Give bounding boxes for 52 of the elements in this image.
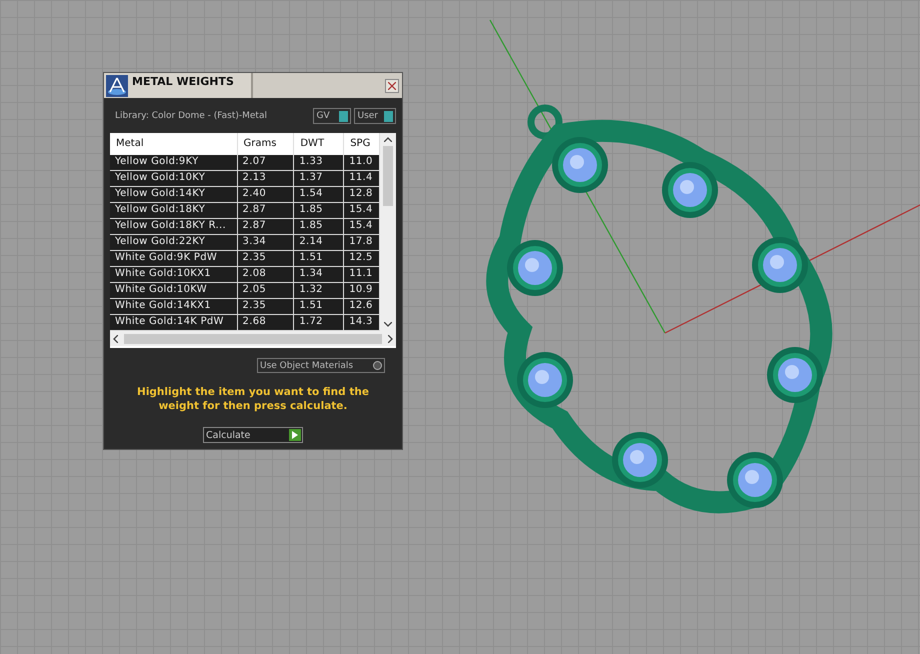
table-cell: 2.68 bbox=[238, 315, 294, 330]
table-cell: 1.72 bbox=[294, 315, 344, 330]
calculate-button[interactable]: Calculate bbox=[203, 427, 303, 443]
table-cell: 2.40 bbox=[238, 187, 294, 202]
object-materials-toggle[interactable]: Use Object Materials bbox=[257, 358, 385, 373]
scrollbar-thumb[interactable] bbox=[124, 334, 382, 344]
scroll-left-icon[interactable] bbox=[113, 334, 118, 342]
table-cell: 2.35 bbox=[238, 299, 294, 314]
table-cell: 2.87 bbox=[238, 203, 294, 218]
scroll-down-icon[interactable] bbox=[384, 322, 392, 327]
vertical-scrollbar[interactable] bbox=[380, 133, 396, 331]
table-cell: White Gold:10KX1 bbox=[110, 267, 238, 282]
table-cell: White Gold:10KW bbox=[110, 283, 238, 298]
play-icon bbox=[292, 431, 298, 439]
table-cell: Yellow Gold:9KY bbox=[110, 155, 238, 170]
table-cell: 2.08 bbox=[238, 267, 294, 282]
table-cell: White Gold:9K PdW bbox=[110, 251, 238, 266]
table-cell: 1.54 bbox=[294, 187, 344, 202]
table-cell: 2.87 bbox=[238, 219, 294, 234]
table-cell: Yellow Gold:18KY R... bbox=[110, 219, 238, 234]
scroll-up-icon[interactable] bbox=[384, 137, 392, 142]
table-cell: Yellow Gold:14KY bbox=[110, 187, 238, 202]
table-cell: 2.14 bbox=[294, 235, 344, 250]
app-logo-icon bbox=[106, 74, 128, 96]
window-title: METAL WEIGHTS bbox=[132, 75, 234, 88]
table-cell: 1.34 bbox=[294, 267, 344, 282]
close-icon bbox=[388, 82, 396, 90]
table-cell: 1.51 bbox=[294, 299, 344, 314]
table-cell: 2.13 bbox=[238, 171, 294, 186]
table-cell: 1.33 bbox=[294, 155, 344, 170]
scrollbar-thumb[interactable] bbox=[383, 146, 394, 206]
table-cell: 1.51 bbox=[294, 251, 344, 266]
scroll-right-icon[interactable] bbox=[388, 334, 393, 342]
table-cell: Yellow Gold:10KY bbox=[110, 171, 238, 186]
toggle-button[interactable]: User bbox=[354, 108, 396, 124]
table-cell: 2.07 bbox=[238, 155, 294, 170]
close-button[interactable] bbox=[385, 78, 399, 92]
toggle-button[interactable]: GV bbox=[313, 108, 352, 124]
table-cell: White Gold:14KX1 bbox=[110, 299, 238, 314]
table-cell: 2.05 bbox=[238, 283, 294, 298]
instruction-text: Highlight the item you want to find the weight for then press calculate. bbox=[136, 385, 370, 413]
table-cell: 1.85 bbox=[294, 219, 344, 234]
table-cell: 1.32 bbox=[294, 283, 344, 298]
table-cell: 1.85 bbox=[294, 203, 344, 218]
table-cell: 2.35 bbox=[238, 251, 294, 266]
table-cell: 3.34 bbox=[238, 235, 294, 250]
horizontal-scrollbar[interactable] bbox=[110, 331, 396, 346]
table-cell: Yellow Gold:22KY bbox=[110, 235, 238, 250]
library-label: Library: Color Dome - (Fast)-Metal bbox=[115, 111, 267, 121]
table-cell: Yellow Gold:18KY bbox=[110, 203, 238, 218]
table-cell: 1.37 bbox=[294, 171, 344, 186]
table-cell: White Gold:14K PdW bbox=[110, 315, 238, 330]
